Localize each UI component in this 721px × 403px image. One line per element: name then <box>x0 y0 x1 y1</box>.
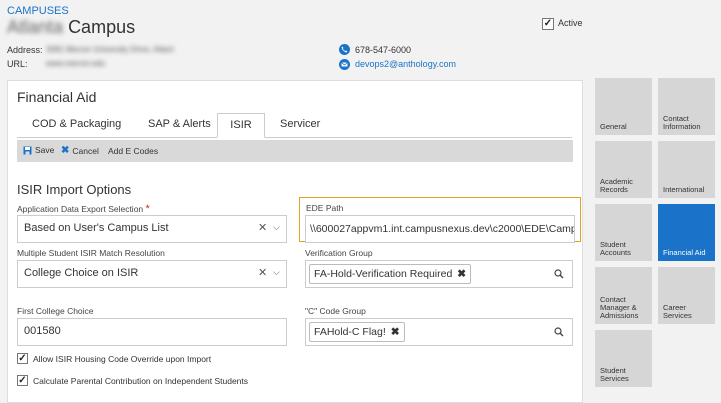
verification-group-field[interactable]: FA-Hold-Verification Required ✖ <box>305 260 573 288</box>
multi-match-value: College Choice on ISIR <box>24 267 139 279</box>
phone-number: 678-547-6000 <box>355 45 412 55</box>
first-choice-label: First College Choice <box>17 306 94 316</box>
parental-contribution-label: Calculate Parental Contribution on Indep… <box>33 376 249 386</box>
first-choice-value: 001580 <box>24 325 61 337</box>
app-export-value: Based on User's Campus List <box>24 222 169 234</box>
required-mark: * <box>145 203 150 215</box>
verification-tag: FA-Hold-Verification Required ✖ <box>309 264 472 284</box>
nav-tile-student-services[interactable]: Student Services <box>595 330 652 387</box>
tabs-underline <box>17 137 572 138</box>
nav-tile-international[interactable]: International <box>658 141 715 198</box>
nav-tile-financial-aid[interactable]: Financial Aid <box>658 204 715 261</box>
nav-tile-contact-manager-admissions[interactable]: Contact Manager & Admissions <box>595 267 652 324</box>
nav-tile-label: General <box>600 122 627 131</box>
tab-cod-packaging[interactable]: COD & Packaging <box>32 118 121 130</box>
email-link[interactable]: devops2@anthology.com <box>355 59 456 69</box>
address-value: 3081 Mercer University Drive, Atlanta GA… <box>46 45 174 54</box>
page-title-blurred: Atlanta <box>7 17 64 37</box>
save-button[interactable]: Save <box>23 145 54 155</box>
nav-tile-label: International <box>663 185 705 194</box>
nav-tile-label: Financial Aid <box>663 248 706 257</box>
ede-path-value: \\600027appvm1.int.campusnexus.dev\c2000… <box>310 223 575 235</box>
nav-tile-label: Career Services <box>663 303 692 320</box>
clear-icon[interactable]: ✕ <box>258 266 267 279</box>
nav-tile-academic-records[interactable]: Academic Records <box>595 141 652 198</box>
url-value[interactable]: www.mercer.edu <box>46 59 105 68</box>
nav-tile-student-accounts[interactable]: Student Accounts <box>595 204 652 261</box>
save-label: Save <box>35 145 55 155</box>
nav-tile-career-services[interactable]: Career Services <box>658 267 715 324</box>
app-export-label-text: Application Data Export Selection <box>17 204 144 214</box>
url-label: URL: <box>7 59 28 69</box>
multi-match-label: Multiple Student ISIR Match Resolution <box>17 248 165 258</box>
tab-sap-alerts[interactable]: SAP & Alerts <box>148 118 211 130</box>
chevron-down-icon[interactable]: ⌵ <box>273 222 280 233</box>
cancel-icon: ✖ <box>61 145 70 156</box>
remove-tag-icon[interactable]: ✖ <box>391 326 400 338</box>
nav-tile-contact-information[interactable]: Contact Information <box>658 78 715 135</box>
app-export-label: Application Data Export Selection * <box>17 203 150 215</box>
cancel-button[interactable]: ✖ Cancel <box>61 145 99 156</box>
c-code-group-field[interactable]: FAHold-C Flag! ✖ <box>305 318 573 346</box>
card-title: Financial Aid <box>17 89 97 105</box>
multi-match-select[interactable]: College Choice on ISIR ✕ ⌵ <box>17 260 287 288</box>
cancel-label: Cancel <box>72 145 99 156</box>
nav-tile-label: Contact Manager & Admissions <box>600 295 639 320</box>
tab-isir[interactable]: ISIR <box>217 113 265 138</box>
remove-tag-icon[interactable]: ✖ <box>457 268 466 280</box>
search-icon[interactable] <box>554 269 564 279</box>
active-label: Active <box>558 18 583 28</box>
search-icon[interactable] <box>554 327 564 337</box>
verification-group-label: Verification Group <box>305 248 373 258</box>
first-choice-input[interactable]: 001580 <box>17 318 287 346</box>
ede-path-label: EDE Path <box>306 203 344 213</box>
active-checkbox[interactable]: ✓ <box>542 18 554 30</box>
page-title-text: Campus <box>68 17 136 37</box>
nav-tile-general[interactable]: General <box>595 78 652 135</box>
nav-tile-label: Contact Information <box>663 114 701 131</box>
nav-tile-label: Student Services <box>600 366 629 383</box>
add-e-codes-button[interactable]: Add E Codes <box>108 146 158 156</box>
nav-tile-label: Academic Records <box>600 177 633 194</box>
clear-icon[interactable]: ✕ <box>258 221 267 234</box>
page-title: Atlanta Campus <box>7 17 135 38</box>
housing-override-checkbox[interactable]: ✓ <box>17 353 28 364</box>
app-export-select[interactable]: Based on User's Campus List ✕ ⌵ <box>17 215 287 243</box>
email-icon <box>339 59 350 70</box>
tab-servicer[interactable]: Servicer <box>280 118 320 130</box>
section-title: ISIR Import Options <box>17 182 132 197</box>
toolbar <box>17 140 573 162</box>
c-code-group-label: "C" Code Group <box>305 306 366 316</box>
phone-icon <box>339 44 350 55</box>
c-code-tag: FAHold-C Flag! ✖ <box>309 322 405 342</box>
verification-tag-label: FA-Hold-Verification Required <box>314 268 453 280</box>
ede-path-input[interactable]: \\600027appvm1.int.campusnexus.dev\c2000… <box>305 215 575 243</box>
tab-isir-label: ISIR <box>230 119 252 131</box>
parental-contribution-checkbox[interactable]: ✓ <box>17 375 28 386</box>
breadcrumb[interactable]: CAMPUSES <box>7 5 69 17</box>
nav-tile-label: Student Accounts <box>600 240 631 257</box>
address-label: Address: <box>7 45 43 55</box>
c-code-tag-label: FAHold-C Flag! <box>314 326 386 338</box>
save-icon <box>23 146 32 154</box>
chevron-down-icon[interactable]: ⌵ <box>273 267 280 278</box>
housing-override-label: Allow ISIR Housing Code Override upon Im… <box>33 354 212 364</box>
